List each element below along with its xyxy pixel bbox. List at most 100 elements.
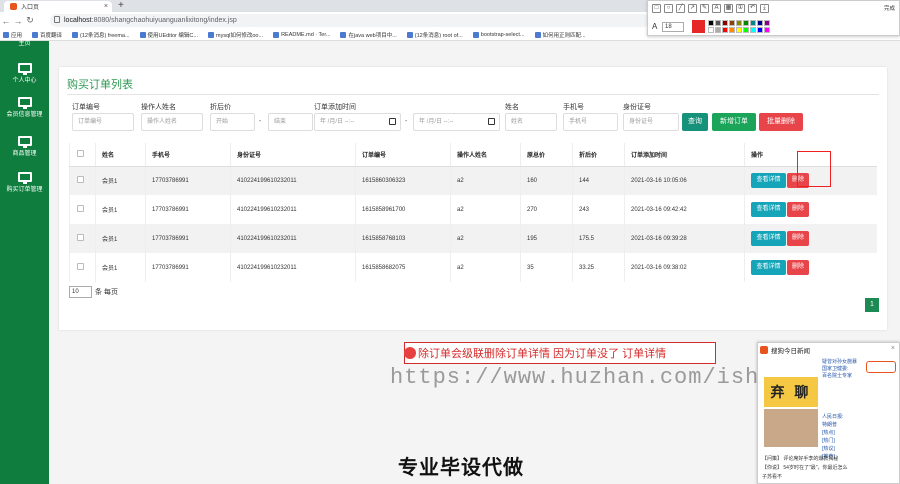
line-tool-icon[interactable]: ╱ [676,4,685,13]
delete-button[interactable]: 删除 [787,231,809,246]
end-date-input[interactable]: 年 /月/日 --:-- [413,113,500,131]
cell-name: 会员1 [95,166,146,195]
page-size-select[interactable]: 10 [69,286,92,298]
add-order-button[interactable]: 新增订单 [712,113,756,131]
bookmark-item[interactable]: 如何用正则匹配... [534,31,586,39]
color-swatch[interactable] [750,27,756,33]
color-swatch[interactable] [757,20,763,26]
news-bottom-line[interactable]: 【问策】 评论席好手李的爆款揭秘 [762,455,838,462]
color-swatch[interactable] [715,27,721,33]
bookmark-item[interactable]: README.md · Ter... [273,31,330,38]
url-input[interactable]: localhost:8080/shangchaohuiyuanguanlixit… [50,14,650,27]
bookmark-item[interactable]: (12条消息) freema... [72,31,130,39]
news-headline[interactable]: 疑曾对孙女施暴 [822,358,857,365]
news-headline[interactable]: 百名院士专家 [822,372,852,379]
news-headline[interactable]: [热议] [822,445,835,452]
news-headline[interactable]: 特朗普 [822,421,837,428]
phone-input[interactable]: 手机号 [563,113,618,131]
divider [67,94,879,95]
color-swatch[interactable] [722,27,728,33]
view-details-button[interactable]: 查看详情 [751,173,786,189]
back-icon[interactable]: ← [0,16,12,26]
font-icon: A [652,22,658,31]
news-image[interactable]: 弃 聊 [764,377,818,407]
bookmark-item[interactable]: 使用UEditor 编辑C... [139,31,198,39]
color-swatch[interactable] [736,20,742,26]
color-swatch[interactable] [708,27,714,33]
delete-button[interactable]: 删除 [787,202,809,217]
undo-icon[interactable]: ↶ [748,4,757,13]
bookmark-item[interactable]: 在java web项目中... [340,31,397,39]
pen-tool-icon[interactable]: ✎ [700,4,709,13]
favicon-icon [10,3,17,10]
row-checkbox[interactable] [77,205,84,212]
bookmark-item[interactable]: mysql如何修改oo... [207,31,263,39]
color-swatch[interactable] [708,20,714,26]
mosaic-tool-icon[interactable]: ▦ [724,4,733,13]
order-no-input[interactable]: 订单编号 [72,113,134,131]
close-tab-icon[interactable]: × [104,3,108,10]
row-checkbox[interactable] [77,176,84,184]
color-swatch[interactable] [729,27,735,33]
idcard-input[interactable]: 身份证号 [623,113,679,131]
text-tool-icon[interactable]: A [712,4,721,13]
color-swatch[interactable] [743,27,749,33]
search-button[interactable]: 查询 [682,113,708,131]
color-swatch[interactable] [743,20,749,26]
rect-tool-icon[interactable]: □ [652,4,661,13]
view-details-button[interactable]: 查看详情 [751,231,786,246]
select-all-checkbox[interactable] [77,149,84,157]
table-header-row: 姓名 手机号 身份证号 订单编号 操作人姓名 原总价 折后价 订单添加时间 操作 [69,143,877,167]
sidebar-item-4[interactable]: 购买订单管理 [0,172,49,193]
color-swatch[interactable] [764,27,770,33]
cell-time: 2021-03-16 09:39:28 [624,224,745,253]
browser-tab[interactable]: 入口页 × [4,1,112,12]
news-headline[interactable]: [热点] [822,429,835,436]
done-button[interactable]: 完成 [884,4,895,12]
reload-icon[interactable]: ↻ [24,15,36,26]
font-size-select[interactable]: 18 [662,22,684,32]
news-headline[interactable]: 人民日报: [822,413,843,420]
news-bottom-line[interactable]: 【你说】 54岁时在了"最"，你最近怎么 [762,464,848,471]
save-icon[interactable]: ⤓ [760,4,769,13]
color-swatch[interactable] [750,20,756,26]
view-details-button[interactable]: 查看详情 [751,202,786,217]
delete-button[interactable]: 删除 [787,260,809,275]
color-swatch[interactable] [757,27,763,33]
operator-input[interactable]: 操作人姓名 [141,113,203,131]
view-details-button[interactable]: 查看详情 [751,260,786,275]
news-thumbnail[interactable] [764,409,818,447]
calendar-icon[interactable] [488,118,495,125]
page-1-button[interactable]: 1 [865,298,879,312]
close-news-icon[interactable]: × [891,345,895,352]
row-checkbox[interactable] [77,263,84,270]
start-date-input[interactable]: 年 /月/日 --:-- [314,113,401,131]
color-swatch[interactable] [715,20,721,26]
color-swatch[interactable] [729,20,735,26]
info-icon[interactable] [54,16,60,23]
batch-delete-button[interactable]: 批量删除 [759,113,803,131]
current-color-swatch[interactable] [692,20,705,33]
bookmark-item[interactable]: (12条消息) root of... [406,31,463,39]
sidebar-item-2[interactable]: 会员信息管理 [0,97,49,118]
discount-end-input[interactable]: 结束 [268,113,313,131]
row-checkbox[interactable] [77,234,84,241]
sidebar-item-3[interactable]: 商品管理 [0,136,49,157]
news-headline[interactable]: [热门] [822,437,835,444]
new-tab-button[interactable]: + [118,0,124,11]
news-headline[interactable]: 国家卫健委: [822,365,848,372]
calendar-icon[interactable] [389,118,396,125]
sidebar-item-1[interactable]: 个人中心 [0,63,49,84]
forward-icon[interactable]: → [12,16,24,26]
color-swatch[interactable] [722,20,728,26]
number-tool-icon[interactable]: ① [736,4,745,13]
color-swatch[interactable] [736,27,742,33]
arrow-tool-icon[interactable]: ↗ [688,4,697,13]
sidebar-item-0[interactable]: 主页 [0,38,49,47]
color-swatch[interactable] [764,20,770,26]
circle-tool-icon[interactable]: ○ [664,4,673,13]
discount-start-input[interactable]: 开始 [210,113,255,131]
bookmark-item[interactable]: bootstrap-select... [472,31,525,38]
name-input[interactable]: 姓名 [505,113,557,131]
news-bottom-line[interactable]: 子苏看不 [762,473,782,480]
